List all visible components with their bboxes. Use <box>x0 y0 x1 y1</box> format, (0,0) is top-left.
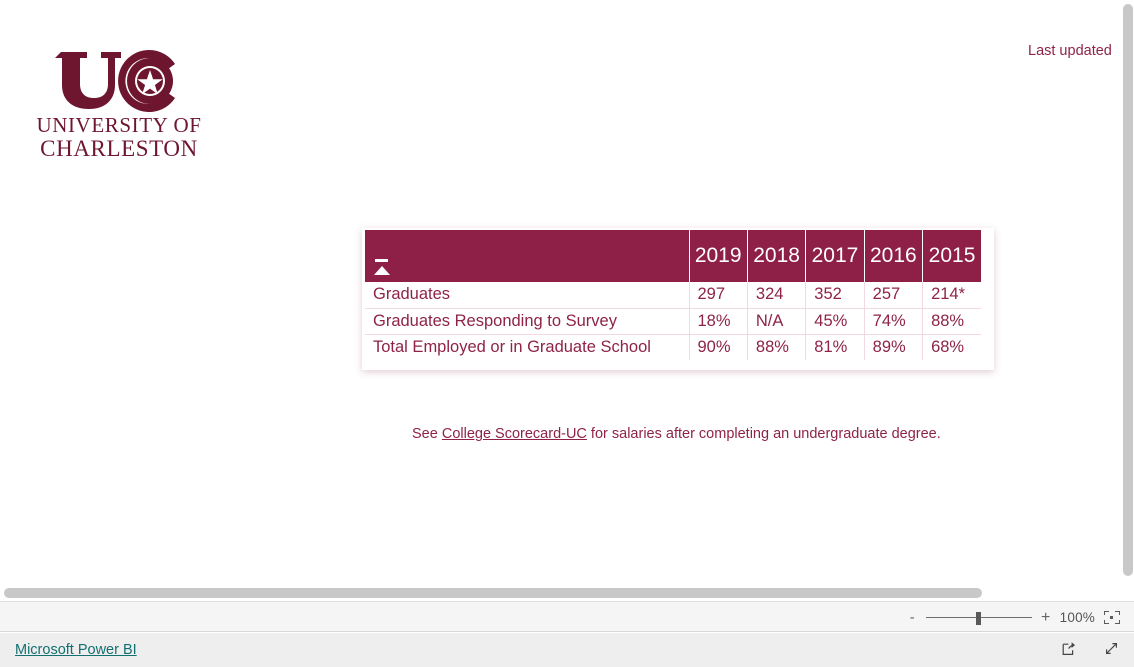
zoom-in-button[interactable]: + <box>1041 609 1051 626</box>
fullscreen-expand-icon[interactable] <box>1103 640 1120 657</box>
cell-graduates-2019: 297 <box>689 282 748 309</box>
matrix-visual-body: 2019 2018 2017 2016 2015 Graduates 297 3… <box>365 230 981 360</box>
share-icon[interactable] <box>1060 640 1077 657</box>
cell-employed-2017: 81% <box>805 334 865 360</box>
caption-prefix: See <box>412 426 442 442</box>
vertical-scrollbar-thumb[interactable] <box>1123 4 1133 576</box>
logo-name-line2: CHARLESTON <box>40 135 198 161</box>
matrix-visual[interactable]: 2019 2018 2017 2016 2015 Graduates 297 3… <box>362 228 994 370</box>
cell-responding-2017: 45% <box>805 308 865 335</box>
cell-graduates-2015: 214* <box>922 282 981 309</box>
matrix-header-row: 2019 2018 2017 2016 2015 <box>365 230 981 282</box>
column-header-2018[interactable]: 2018 <box>747 230 807 282</box>
cell-employed-2019: 90% <box>689 334 748 360</box>
zoom-status-bar: - + 100% <box>0 601 1134 632</box>
zoom-slider[interactable] <box>925 611 1032 625</box>
column-header-2017[interactable]: 2017 <box>805 230 865 282</box>
cell-employed-2018: 88% <box>747 334 807 360</box>
row-label-employed: Total Employed or in Graduate School <box>365 334 690 360</box>
report-footer: Microsoft Power BI <box>0 633 1134 667</box>
college-scorecard-link[interactable]: College Scorecard-UC <box>442 426 587 442</box>
scorecard-caption: See College Scorecard-UC for salaries af… <box>412 426 941 442</box>
column-header-2019[interactable]: 2019 <box>689 230 748 282</box>
caption-suffix: for salaries after completing an undergr… <box>586 426 941 442</box>
table-row[interactable]: Graduates 297 324 352 257 214* <box>365 282 981 309</box>
outcomes-matrix-table: 2019 2018 2017 2016 2015 Graduates 297 3… <box>365 230 981 360</box>
cell-employed-2016: 89% <box>864 334 924 360</box>
power-bi-link[interactable]: Microsoft Power BI <box>15 642 137 658</box>
column-header-2015[interactable]: 2015 <box>922 230 981 282</box>
last-updated-text: Last updated <box>1028 43 1112 59</box>
uc-star-monogram-icon <box>34 50 204 112</box>
cell-responding-2015: 88% <box>922 308 981 335</box>
vertical-scrollbar[interactable] <box>1121 0 1134 586</box>
cell-graduates-2017: 352 <box>805 282 865 309</box>
footer-actions <box>1060 640 1120 657</box>
cell-employed-2015: 68% <box>931 337 965 356</box>
horizontal-scrollbar[interactable] <box>0 586 1122 600</box>
cell-responding-2019: 18% <box>689 308 748 335</box>
row-label-responding: Graduates Responding to Survey <box>365 308 690 335</box>
zoom-out-button[interactable]: - <box>908 610 917 625</box>
report-page: UNIVERSITY OF CHARLESTON Last updated 20… <box>0 0 1134 667</box>
university-logo: UNIVERSITY OF CHARLESTON <box>34 50 204 162</box>
table-row[interactable]: Graduates Responding to Survey 18% N/A 4… <box>365 308 981 335</box>
zoom-level-label: 100% <box>1059 610 1095 625</box>
cell-responding-2016: 74% <box>864 308 924 335</box>
report-canvas: UNIVERSITY OF CHARLESTON Last updated 20… <box>0 0 1122 585</box>
cell-graduates-2016: 257 <box>864 282 924 309</box>
fit-to-page-icon[interactable] <box>1104 611 1120 624</box>
logo-name-line1: UNIVERSITY OF <box>36 113 202 137</box>
horizontal-scrollbar-thumb[interactable] <box>4 588 982 598</box>
table-row[interactable]: Total Employed or in Graduate School 90%… <box>365 334 981 360</box>
zoom-slider-thumb[interactable] <box>975 611 981 625</box>
matrix-corner-header[interactable] <box>365 230 690 282</box>
row-label-graduates: Graduates <box>365 282 690 309</box>
cell-graduates-2018: 324 <box>747 282 807 309</box>
column-header-2016[interactable]: 2016 <box>864 230 924 282</box>
cell-responding-2018: N/A <box>747 308 807 335</box>
sort-ascending-icon[interactable] <box>374 257 392 279</box>
zoom-controls: - + 100% <box>908 602 1120 633</box>
